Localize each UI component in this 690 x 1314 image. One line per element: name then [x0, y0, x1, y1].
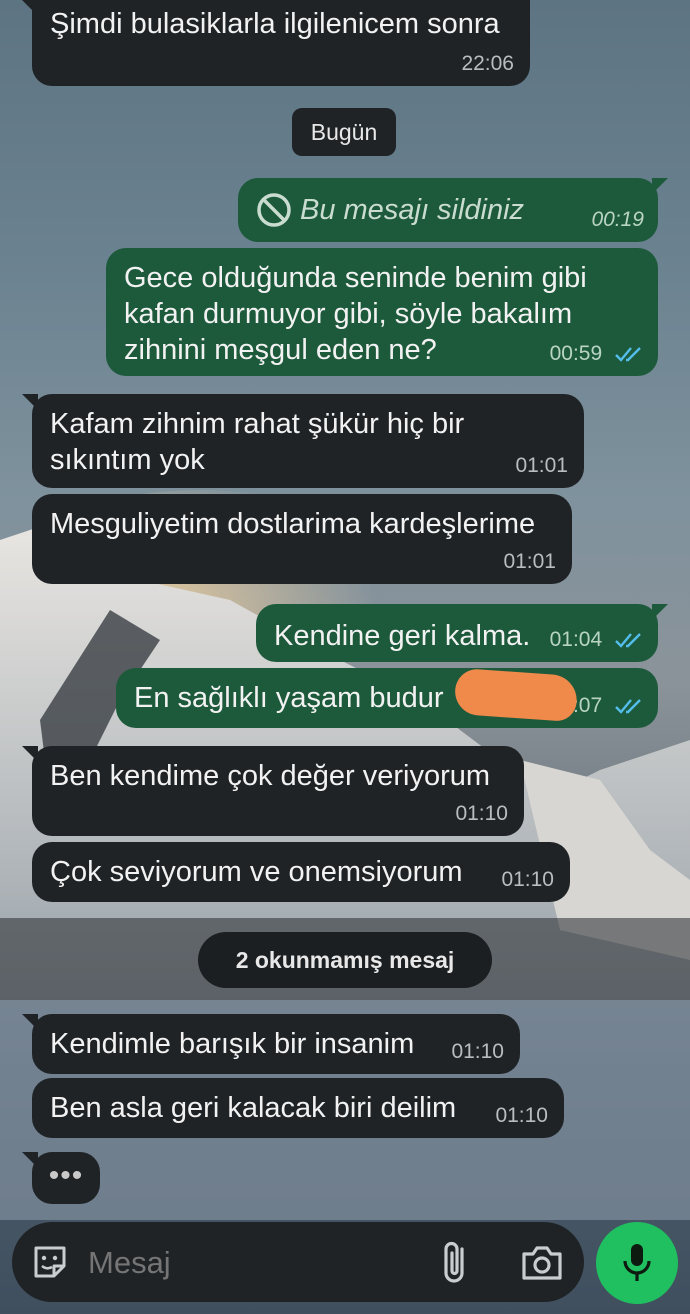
message-outgoing-deleted[interactable]: Bu mesajı sildiniz 00:19 [238, 178, 668, 242]
message-incoming[interactable]: Kafam zihnim rahat şükür hiç bir sıkıntı… [22, 394, 584, 488]
message-text: Mesguliyetim dostlarima kardeşlerime [50, 508, 536, 540]
date-chip: Bugün [292, 108, 396, 156]
message-text: Kafam zihnim rahat şükür hiç bir sıkıntı… [50, 408, 465, 476]
microphone-icon [623, 1244, 651, 1281]
message-time: 01:10 [451, 1040, 504, 1063]
message-text: Ben kendime çok değer veriyorum [50, 760, 491, 792]
message-composer[interactable] [12, 1222, 584, 1302]
message-text: Çok seviyorum ve onemsiyorum [50, 856, 463, 888]
message-meta: 01:04 [550, 628, 644, 652]
read-ticks-icon [615, 633, 641, 649]
message-time: 01:01 [515, 454, 568, 477]
typing-indicator: ••• [22, 1152, 100, 1204]
unread-messages-chip: 2 okunmamış mesaj [198, 932, 492, 988]
message-time: 01:10 [501, 868, 554, 891]
message-input[interactable] [86, 1238, 420, 1288]
message-time: 01:10 [495, 1104, 548, 1127]
message-meta: 00:59 [550, 342, 644, 366]
message-incoming[interactable]: Şimdi bulasiklarla ilgilenicem sonra 22:… [22, 0, 530, 86]
message-time: 22:06 [461, 52, 514, 75]
message-time: 00:59 [549, 342, 603, 365]
message-incoming[interactable]: Mesguliyetim dostlarima kardeşlerime 01:… [32, 494, 572, 584]
read-ticks-icon [615, 699, 641, 715]
deleted-icon [257, 193, 291, 227]
message-incoming[interactable]: Kendimle barışık bir insanim 01:10 [22, 1014, 520, 1074]
message-outgoing[interactable]: Kendine geri kalma. 01:04 [256, 604, 668, 662]
message-text: Ben asla geri kalacak biri deilim [50, 1092, 457, 1124]
sticker-icon[interactable] [30, 1242, 70, 1282]
message-time: 01:01 [503, 550, 556, 573]
redaction-mark [453, 667, 579, 723]
read-ticks-icon [615, 347, 641, 363]
message-outgoing[interactable]: Gece olduğunda seninde benim gibi kafan … [106, 248, 658, 376]
camera-icon[interactable] [520, 1242, 564, 1282]
typing-dots: ••• [48, 1159, 84, 1192]
message-time: 01:04 [549, 628, 603, 651]
message-incoming[interactable]: Ben asla geri kalacak biri deilim 01:10 [32, 1078, 564, 1138]
message-text: Şimdi bulasiklarla ilgilenicem sonra [50, 8, 500, 40]
message-incoming[interactable]: Ben kendime çok değer veriyorum 01:10 [22, 746, 524, 836]
message-incoming[interactable]: Çok seviyorum ve onemsiyorum 01:10 [32, 842, 570, 902]
message-text: Kendimle barışık bir insanim [50, 1028, 415, 1060]
message-time: 00:19 [591, 208, 644, 231]
voice-record-button[interactable] [596, 1222, 678, 1304]
paperclip-icon[interactable] [438, 1239, 472, 1285]
message-time: 01:10 [455, 802, 508, 825]
message-text: Bu mesajı sildiniz [300, 194, 525, 226]
